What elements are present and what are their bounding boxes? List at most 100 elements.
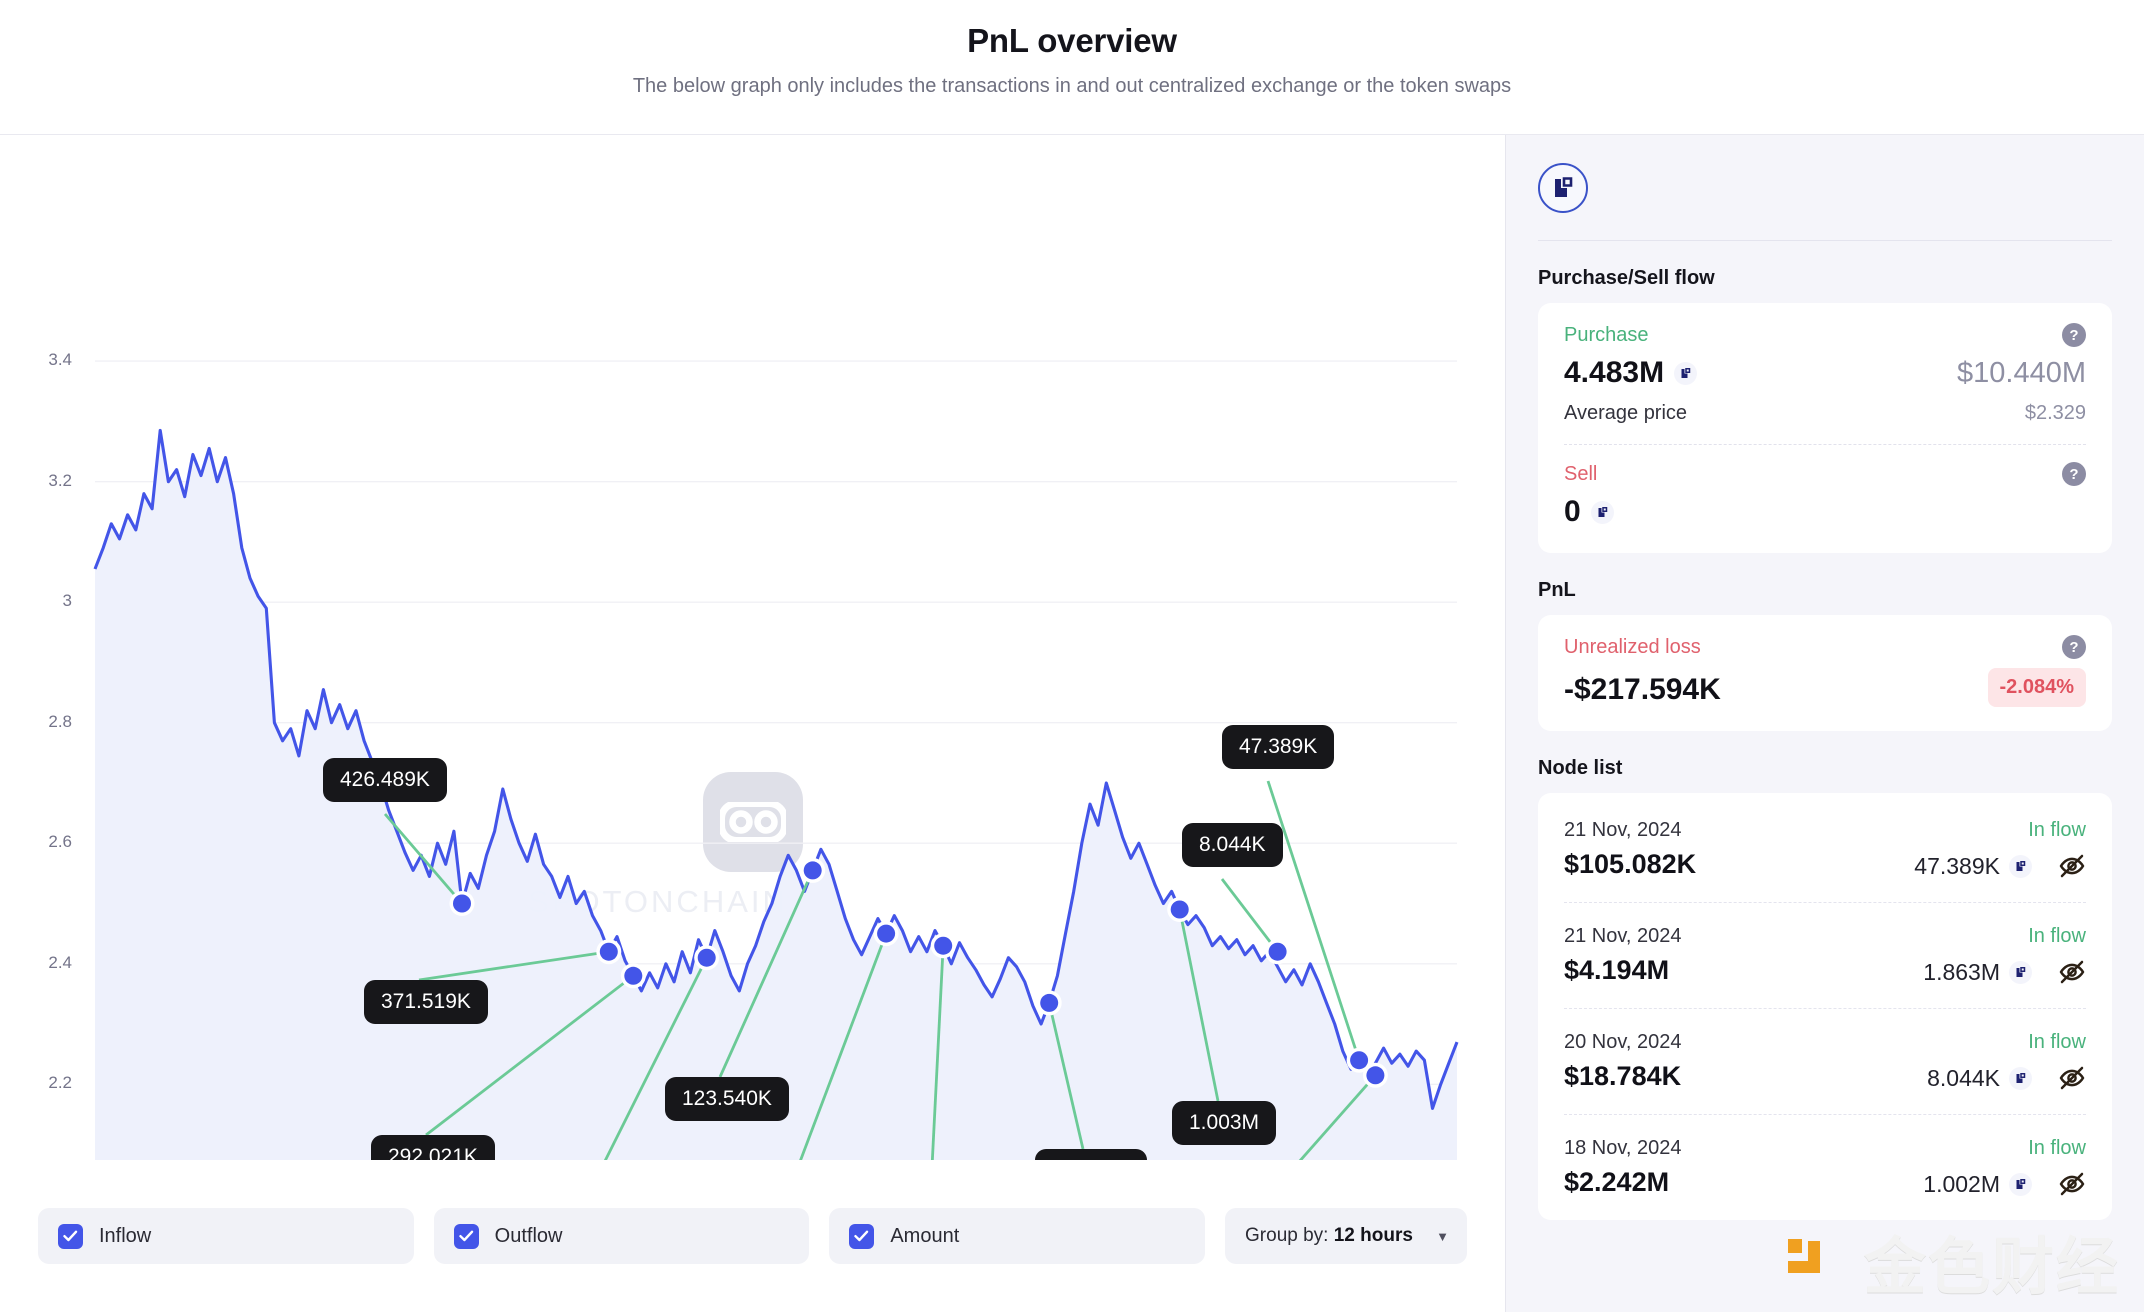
node-item-flow-type: In flow [2028,1137,2086,1159]
page-body: SPOTONCHAIN 3.43.232.82.62.42.22 Tue 12W… [0,135,2144,1312]
node-item-bottom: $105.082K 47.389K [1564,849,2086,880]
node-item-token-amount: 1.002M [1923,1171,2032,1198]
node-item-usd-value: $18.784K [1564,1061,1682,1091]
chart-plot-area: SPOTONCHAIN 3.43.232.82.62.42.22 Tue 12W… [0,135,1505,1295]
chart-controls: Inflow Outflow Amount Group by: 12 hours [0,1160,1505,1312]
chart-marker-tooltip: 8.044K [1182,823,1283,867]
node-list-item[interactable]: 21 Nov, 2024 In flow $4.194M 1.863M [1564,902,2086,1008]
purchase-label: Purchase [1564,323,1649,346]
node-item-bottom: $18.784K 8.044K [1564,1061,2086,1092]
ldo-token-mini-icon [2009,1172,2032,1196]
detail-sidebar: Purchase/Sell flow Purchase ? 4.483M $10… [1505,135,2144,1312]
ldo-token-icon [1538,163,1588,213]
purchase-amount: 4.483M [1564,356,1698,390]
average-price-value: $2.329 [2024,402,2086,424]
pnl-value-row: -$217.594K -2.084% [1564,668,2086,707]
node-item-right: 8.044K [1927,1064,2086,1092]
y-axis-tick-label: 2.2 [48,1073,72,1093]
node-list-item[interactable]: 21 Nov, 2024 In flow $105.082K 47.389K [1564,797,2086,902]
ldo-token-mini-icon [1590,500,1614,524]
eye-off-icon[interactable] [2058,958,2086,986]
eye-off-icon[interactable] [2058,1170,2086,1198]
node-item-usd-value: $4.194M [1564,955,1670,985]
node-list-item[interactable]: 20 Nov, 2024 In flow $18.784K 8.044K [1564,1008,2086,1114]
unrealized-loss-value: -$217.594K [1564,673,1721,706]
node-item-bottom: $2.242M 1.002M [1564,1167,2086,1198]
y-axis-tick-label: 3.2 [48,470,72,490]
page-title: PnL overview [967,22,1177,59]
sell-label: Sell [1564,462,1598,485]
y-axis-tick-label: 3 [62,591,72,611]
price-chart-svg [93,360,1459,1258]
purchase-sell-section-title: Purchase/Sell flow [1538,267,1715,289]
sidebar-divider [1538,240,2112,241]
pnl-card: Unrealized loss ? -$217.594K -2.084% [1538,615,2112,731]
node-item-top: 21 Nov, 2024 In flow [1564,925,2086,948]
y-axis-tick-label: 3.4 [48,350,72,370]
page-header: PnL overview The below graph only includ… [0,0,2144,134]
ldo-token-mini-icon [2009,960,2032,984]
node-list-item[interactable]: 18 Nov, 2024 In flow $2.242M 1.002M [1564,1114,2086,1220]
chart-marker-tooltip: 1.003M [1172,1101,1277,1145]
inflow-checkbox[interactable]: Inflow [38,1208,414,1264]
help-circle-icon[interactable]: ? [2062,323,2086,347]
help-circle-icon[interactable]: ? [2062,635,2086,659]
pnl-row-header: Unrealized loss ? [1564,635,2086,659]
pnl-section-title: PnL [1538,579,1576,601]
node-item-date: 20 Nov, 2024 [1564,1031,1682,1053]
unrealized-loss-label: Unrealized loss [1564,635,1701,658]
eye-off-icon[interactable] [2058,852,2086,880]
help-circle-icon[interactable]: ? [2062,462,2086,486]
node-item-right: 1.863M [1923,958,2086,986]
y-axis-tick-label: 2.8 [48,711,72,731]
node-list-section-title: Node list [1538,757,1623,779]
node-item-flow-type: In flow [2028,1031,2086,1053]
node-item-flow-type: In flow [2028,925,2086,947]
purchase-row-header: Purchase ? [1564,323,2086,347]
node-item-right: 47.389K [1914,852,2086,880]
chart-marker-tooltip: 426.489K [323,758,447,802]
purchase-value-row: 4.483M $10.440M [1564,356,2086,390]
purchase-usd-value: $10.440M [1957,357,2086,389]
inflow-label: Inflow [99,1224,152,1247]
node-item-token-amount: 8.044K [1927,1065,2032,1092]
outflow-label: Outflow [494,1224,563,1247]
node-item-top: 21 Nov, 2024 In flow [1564,819,2086,842]
sell-row-header: Sell ? [1564,462,2086,486]
card-inner-divider [1564,444,2086,445]
chart-pane: SPOTONCHAIN 3.43.232.82.62.42.22 Tue 12W… [0,135,1505,1312]
group-by-value: 12 hours [1333,1225,1413,1246]
sell-amount: 0 [1564,495,1614,529]
node-item-date: 21 Nov, 2024 [1564,925,1682,947]
eye-off-icon[interactable] [2058,1064,2086,1092]
average-price-row: Average price $2.329 [1564,402,2086,425]
page-subtitle: The below graph only includes the transa… [632,75,1512,97]
chevron-down-icon: ▼ [1436,1228,1450,1244]
check-icon [849,1223,875,1249]
amount-checkbox[interactable]: Amount [829,1208,1206,1264]
node-item-date: 18 Nov, 2024 [1564,1137,1682,1159]
chart-marker-tooltip: 123.540K [665,1077,789,1121]
pnl-overview-page: PnL overview The below graph only includ… [0,0,2144,1312]
outflow-checkbox[interactable]: Outflow [433,1208,810,1264]
check-icon [58,1223,83,1249]
check-icon [453,1223,479,1249]
y-axis-tick-label: 2.4 [48,952,72,972]
ldo-token-mini-icon [2009,1066,2032,1090]
node-item-usd-value: $105.082K [1564,849,1697,879]
node-item-date: 21 Nov, 2024 [1564,819,1682,841]
node-item-flow-type: In flow [2028,819,2086,841]
purchase-sell-card: Purchase ? 4.483M $10.440M Average price… [1538,303,2112,553]
node-item-bottom: $4.194M 1.863M [1564,955,2086,986]
node-item-token-amount: 1.863M [1923,959,2032,986]
node-item-top: 18 Nov, 2024 In flow [1564,1137,2086,1160]
publisher-watermark: 金色财经 [1778,1216,2120,1306]
sell-value-row: 0 [1564,495,2086,529]
y-axis-tick-label: 2.6 [48,832,72,852]
ldo-token-mini-icon [2009,854,2032,878]
node-item-right: 1.002M [1923,1170,2086,1198]
chart-marker-tooltip: 371.519K [364,980,488,1024]
publisher-name: 金色财经 [1863,1233,2120,1302]
group-by-dropdown[interactable]: Group by: 12 hours ▼ [1225,1208,1468,1264]
node-item-usd-value: $2.242M [1564,1167,1670,1197]
